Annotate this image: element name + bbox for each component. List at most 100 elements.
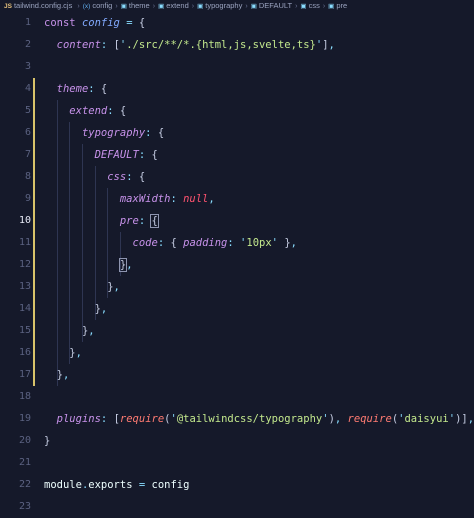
code-text: }	[44, 430, 50, 452]
code-line[interactable]: 15 },	[0, 320, 474, 342]
line-number: 3	[24, 61, 31, 72]
code-token: plugins	[56, 413, 101, 425]
breadcrumb-item[interactable]: pre	[336, 1, 347, 10]
code-token: 10px	[246, 237, 272, 249]
code-token: ,	[113, 281, 120, 293]
code-line[interactable]: 8 css: {	[0, 166, 474, 188]
property-icon: ▣	[250, 3, 257, 10]
code-token: content	[56, 39, 101, 51]
code-line[interactable]: 19 plugins: [require('@tailwindcss/typog…	[0, 408, 474, 430]
code-line[interactable]: 23	[0, 496, 474, 518]
code-token: ./src/**/*.{html,js,svelte,ts}	[126, 39, 316, 51]
code-line[interactable]: 22 module.exports = config	[0, 474, 474, 496]
variable-icon: (x)	[82, 3, 91, 10]
code-text: pre: {	[44, 210, 159, 232]
code-token: daisyui	[404, 413, 449, 425]
line-number: 2	[24, 39, 31, 50]
code-line[interactable]: 6 typography: {	[0, 122, 474, 144]
code-token: {	[157, 127, 165, 139]
code-token: null	[183, 193, 209, 205]
property-icon: ▣	[300, 3, 307, 10]
code-line[interactable]: 2 content: ['./src/**/*.{html,js,svelte,…	[0, 34, 474, 56]
code-token: config	[81, 17, 120, 29]
code-text: },	[44, 364, 70, 386]
code-line[interactable]: 13 },	[0, 276, 474, 298]
code-token: const	[44, 17, 82, 29]
code-line[interactable]: 1 const config = {	[0, 12, 474, 34]
breadcrumb-item-file[interactable]: tailwind.config.cjs	[14, 1, 72, 10]
code-text: },	[44, 298, 108, 320]
code-token: ,	[88, 325, 95, 337]
code-line[interactable]: 12 },	[0, 254, 474, 276]
line-number: 7	[24, 149, 31, 160]
code-token: code	[132, 237, 158, 249]
line-number: 18	[18, 391, 31, 402]
code-token: {	[119, 105, 127, 117]
bracket-match: {	[150, 214, 159, 228]
chevron-right-icon: ›	[295, 3, 298, 10]
line-number: 20	[18, 435, 31, 446]
code-token: }	[44, 435, 51, 447]
code-line[interactable]: 11 code: { padding: '10px' },	[0, 232, 474, 254]
breadcrumb-item[interactable]: typography	[205, 1, 242, 10]
code-line[interactable]: 9 maxWidth: null,	[0, 188, 474, 210]
code-line[interactable]: 17 },	[0, 364, 474, 386]
code-line[interactable]: 14 },	[0, 298, 474, 320]
breadcrumb-item[interactable]: css	[309, 1, 320, 10]
property-icon: ▣	[120, 3, 127, 10]
code-line[interactable]: 7 DEFAULT: {	[0, 144, 474, 166]
property-icon: ▣	[158, 3, 165, 10]
code-token: module	[44, 479, 82, 491]
code-line[interactable]: 10 pre: {	[0, 210, 474, 232]
code-token: ,	[100, 303, 108, 315]
code-text: code: { padding: '10px' },	[44, 232, 297, 254]
property-icon: ▣	[197, 3, 204, 10]
code-line[interactable]: 3	[0, 56, 474, 78]
code-text: },	[44, 276, 120, 298]
chevron-right-icon: ›	[191, 3, 195, 10]
breadcrumb-item[interactable]: theme	[129, 1, 150, 10]
line-number: 10	[18, 215, 31, 226]
code-token: {	[100, 83, 108, 95]
breadcrumb-item[interactable]: DEFAULT	[259, 1, 292, 10]
code-token: @tailwindcss/typography	[176, 413, 323, 425]
code-token: extend	[69, 105, 108, 117]
line-number: 16	[18, 347, 31, 358]
code-text: css: {	[44, 166, 145, 188]
line-number: 6	[24, 127, 31, 138]
code-editor[interactable]: 1 const config = {2 content: ['./src/**/*…	[0, 12, 474, 512]
code-text: theme: {	[44, 78, 108, 100]
property-icon: ▣	[328, 3, 335, 10]
code-line[interactable]: 16 },	[0, 342, 474, 364]
line-number: 11	[18, 237, 31, 248]
code-token: theme	[56, 83, 89, 95]
line-number: 23	[18, 501, 31, 512]
code-line[interactable]: 20}	[0, 430, 474, 452]
breadcrumb: JS tailwind.config.cjs › (x) config › ▣ theme ›…	[0, 0, 474, 12]
code-line[interactable]: 18	[0, 386, 474, 408]
line-number: 5	[24, 105, 31, 116]
code-token: ,	[328, 39, 335, 51]
code-line[interactable]: 21	[0, 452, 474, 474]
line-number: 4	[24, 83, 31, 94]
code-token: ,	[467, 413, 474, 425]
line-number: 15	[18, 325, 31, 336]
line-number: 17	[18, 369, 31, 380]
chevron-right-icon: ›	[115, 3, 118, 10]
code-token: pre	[119, 215, 139, 227]
code-token: ,	[126, 259, 133, 271]
breadcrumb-item[interactable]: config	[92, 1, 112, 10]
code-line[interactable]: 4 theme: {	[0, 78, 474, 100]
breadcrumb-item[interactable]: extend	[166, 1, 189, 10]
code-line[interactable]: 5 extend: {	[0, 100, 474, 122]
chevron-right-icon: ›	[152, 3, 156, 10]
